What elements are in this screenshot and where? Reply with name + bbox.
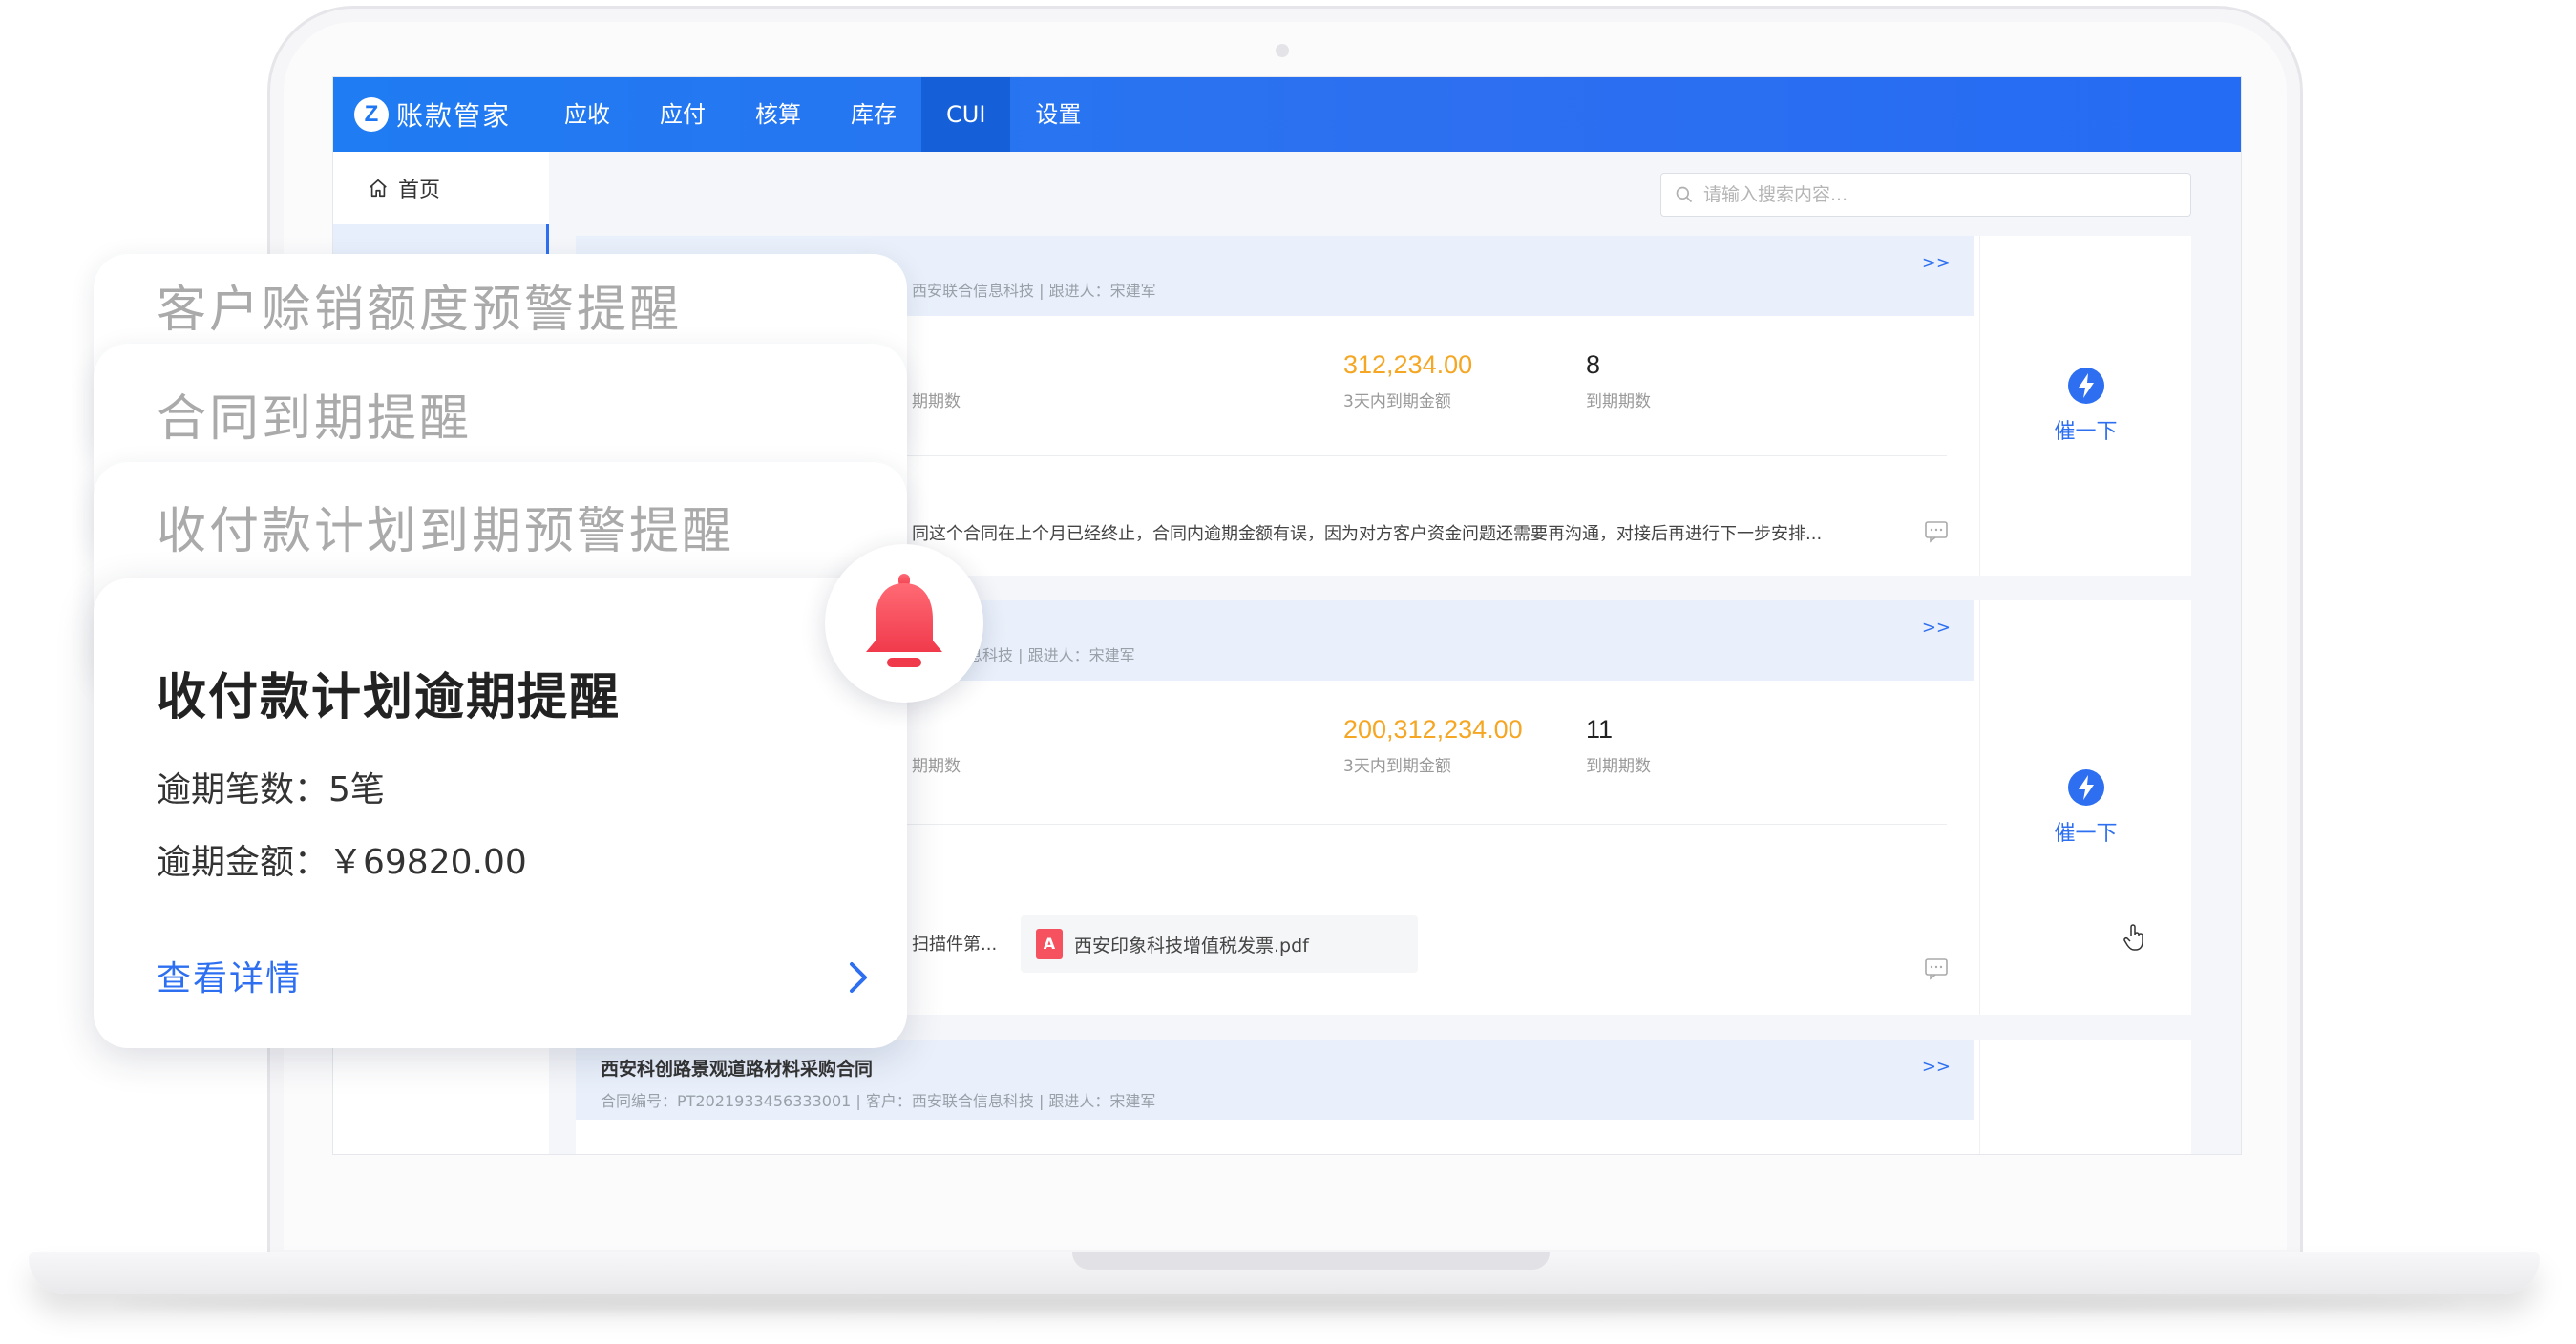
pdf-icon: A	[1036, 929, 1063, 959]
card-1-more-link[interactable]: >>	[1922, 253, 1951, 273]
card-3-urge-button[interactable]	[1979, 1040, 2191, 1154]
nav-item-receivable[interactable]: 应收	[539, 77, 635, 152]
card-3-header: 西安科创路景观道路材料采购合同 合同编号：PT2021933456333001 …	[576, 1040, 1974, 1120]
card-1-metric-periods-label: 期期数	[912, 392, 961, 411]
card-2-urge-button[interactable]: 催一下	[1979, 600, 2191, 1015]
card-1-metric-periods: 0 期期数	[912, 350, 961, 411]
card-1-metric-amount: 312,234.00 3天内到期金额	[1343, 350, 1472, 411]
nav-item-inventory[interactable]: 库存	[826, 77, 921, 152]
card-2-file-2-name: 西安印象科技增值税发票.pdf	[1074, 934, 1309, 956]
laptop-camera	[1276, 44, 1289, 57]
card-2-meta: 息科技 | 跟进人：宋建军	[967, 646, 1135, 664]
card-2-file-1[interactable]: 扫描件第...	[912, 931, 997, 956]
search-box[interactable]	[1660, 173, 2191, 217]
comment-icon[interactable]	[1924, 520, 1949, 543]
search-input[interactable]	[1703, 184, 2162, 205]
notification-contract-title: 合同到期提醒	[157, 390, 473, 448]
card-2-metric-amount: 200,312,234.00 3天内到期金额	[1343, 715, 1523, 776]
brand-logo-icon: Z	[354, 97, 389, 132]
card-1-metric-count: 8 到期期数	[1586, 350, 1651, 411]
card-2-urge-label: 催一下	[2054, 822, 2118, 846]
card-3-body: 西安科创路景观道路材料采购合同 合同编号：PT2021933456333001 …	[576, 1040, 1974, 1154]
card-2-count-value: 11	[1586, 715, 1614, 744]
home-icon	[370, 178, 387, 198]
card-1-meta: 西安联合信息科技 | 跟进人：宋建军	[912, 282, 1156, 300]
card-2-count-label: 到期期数	[1586, 757, 1651, 776]
card-2-metric-periods: 0 期期数	[912, 715, 961, 776]
card-3-meta: 合同编号：PT2021933456333001 | 客户：西安联合信息科技 | …	[601, 1092, 1156, 1110]
notification-card-overdue[interactable]: 收付款计划逾期提醒 逾期笔数：5笔 逾期金额：￥69820.00 查看详情	[94, 578, 907, 1048]
nav-item-payable[interactable]: 应付	[635, 77, 730, 152]
card-3-title: 西安科创路景观道路材料采购合同	[601, 1059, 874, 1080]
bell-icon	[866, 574, 942, 667]
top-nav-bar: Z 账款管家 应收 应付 核算 库存 CUI 设置	[333, 77, 2241, 152]
laptop-notch	[1072, 1252, 1550, 1270]
laptop-base	[29, 1252, 2540, 1294]
card-1-count-label: 到期期数	[1586, 392, 1651, 411]
card-1-amount-label: 3天内到期金额	[1343, 392, 1451, 411]
nav-item-accounting[interactable]: 核算	[730, 77, 826, 152]
card-1-remark: 同这个合同在上个月已经终止，合同内逾期金额有误，因为对方客户资金问题还需要再沟通…	[912, 524, 1823, 544]
overdue-amount: 逾期金额：￥69820.00	[157, 843, 527, 882]
nav-item-cui[interactable]: CUI	[921, 77, 1011, 152]
hand-cursor-icon	[2123, 924, 2143, 951]
brand[interactable]: Z 账款管家	[354, 95, 511, 134]
bolt-icon	[2067, 769, 2104, 806]
notification-credit-title: 客户赊销额度预警提醒	[157, 282, 683, 339]
overdue-count: 逾期笔数：5笔	[157, 770, 385, 809]
view-details-link[interactable]: 查看详情	[157, 951, 302, 1000]
bell-badge	[825, 544, 983, 703]
notification-plan-due-title: 收付款计划到期预警提醒	[157, 503, 735, 560]
card-1-urge-label: 催一下	[2054, 420, 2118, 444]
stage: Z 账款管家 应收 应付 核算 库存 CUI 设置 首页 西安联合	[0, 0, 2576, 1344]
brand-name: 账款管家	[396, 100, 512, 132]
sidebar-home-label: 首页	[398, 178, 441, 202]
notification-overdue-title: 收付款计划逾期提醒	[157, 669, 622, 726]
nav-item-settings[interactable]: 设置	[1010, 77, 1106, 152]
card-2-file-2-chip[interactable]: A 西安印象科技增值税发票.pdf	[1021, 915, 1418, 973]
card-3-more-link[interactable]: >>	[1922, 1057, 1951, 1077]
comment-icon[interactable]	[1924, 957, 1949, 980]
laptop-shadow	[115, 1294, 2463, 1313]
card-2-more-link[interactable]: >>	[1922, 618, 1951, 638]
card-2-metric-count: 11 到期期数	[1586, 715, 1651, 776]
bolt-icon	[2067, 368, 2104, 404]
search-icon	[1676, 186, 1693, 203]
sidebar-item-home[interactable]: 首页	[333, 152, 549, 224]
chevron-right-icon[interactable]	[844, 958, 873, 997]
card-2-amount-label: 3天内到期金额	[1343, 757, 1451, 776]
card-2-amount-value: 200,312,234.00	[1343, 715, 1523, 744]
card-1-count-value: 8	[1586, 350, 1601, 379]
card-2-metric-periods-label: 期期数	[912, 757, 961, 776]
card-1-amount-value: 312,234.00	[1343, 350, 1473, 379]
contract-card-3: 西安科创路景观道路材料采购合同 合同编号：PT2021933456333001 …	[576, 1040, 2191, 1154]
card-1-urge-button[interactable]: 催一下	[1979, 236, 2191, 576]
